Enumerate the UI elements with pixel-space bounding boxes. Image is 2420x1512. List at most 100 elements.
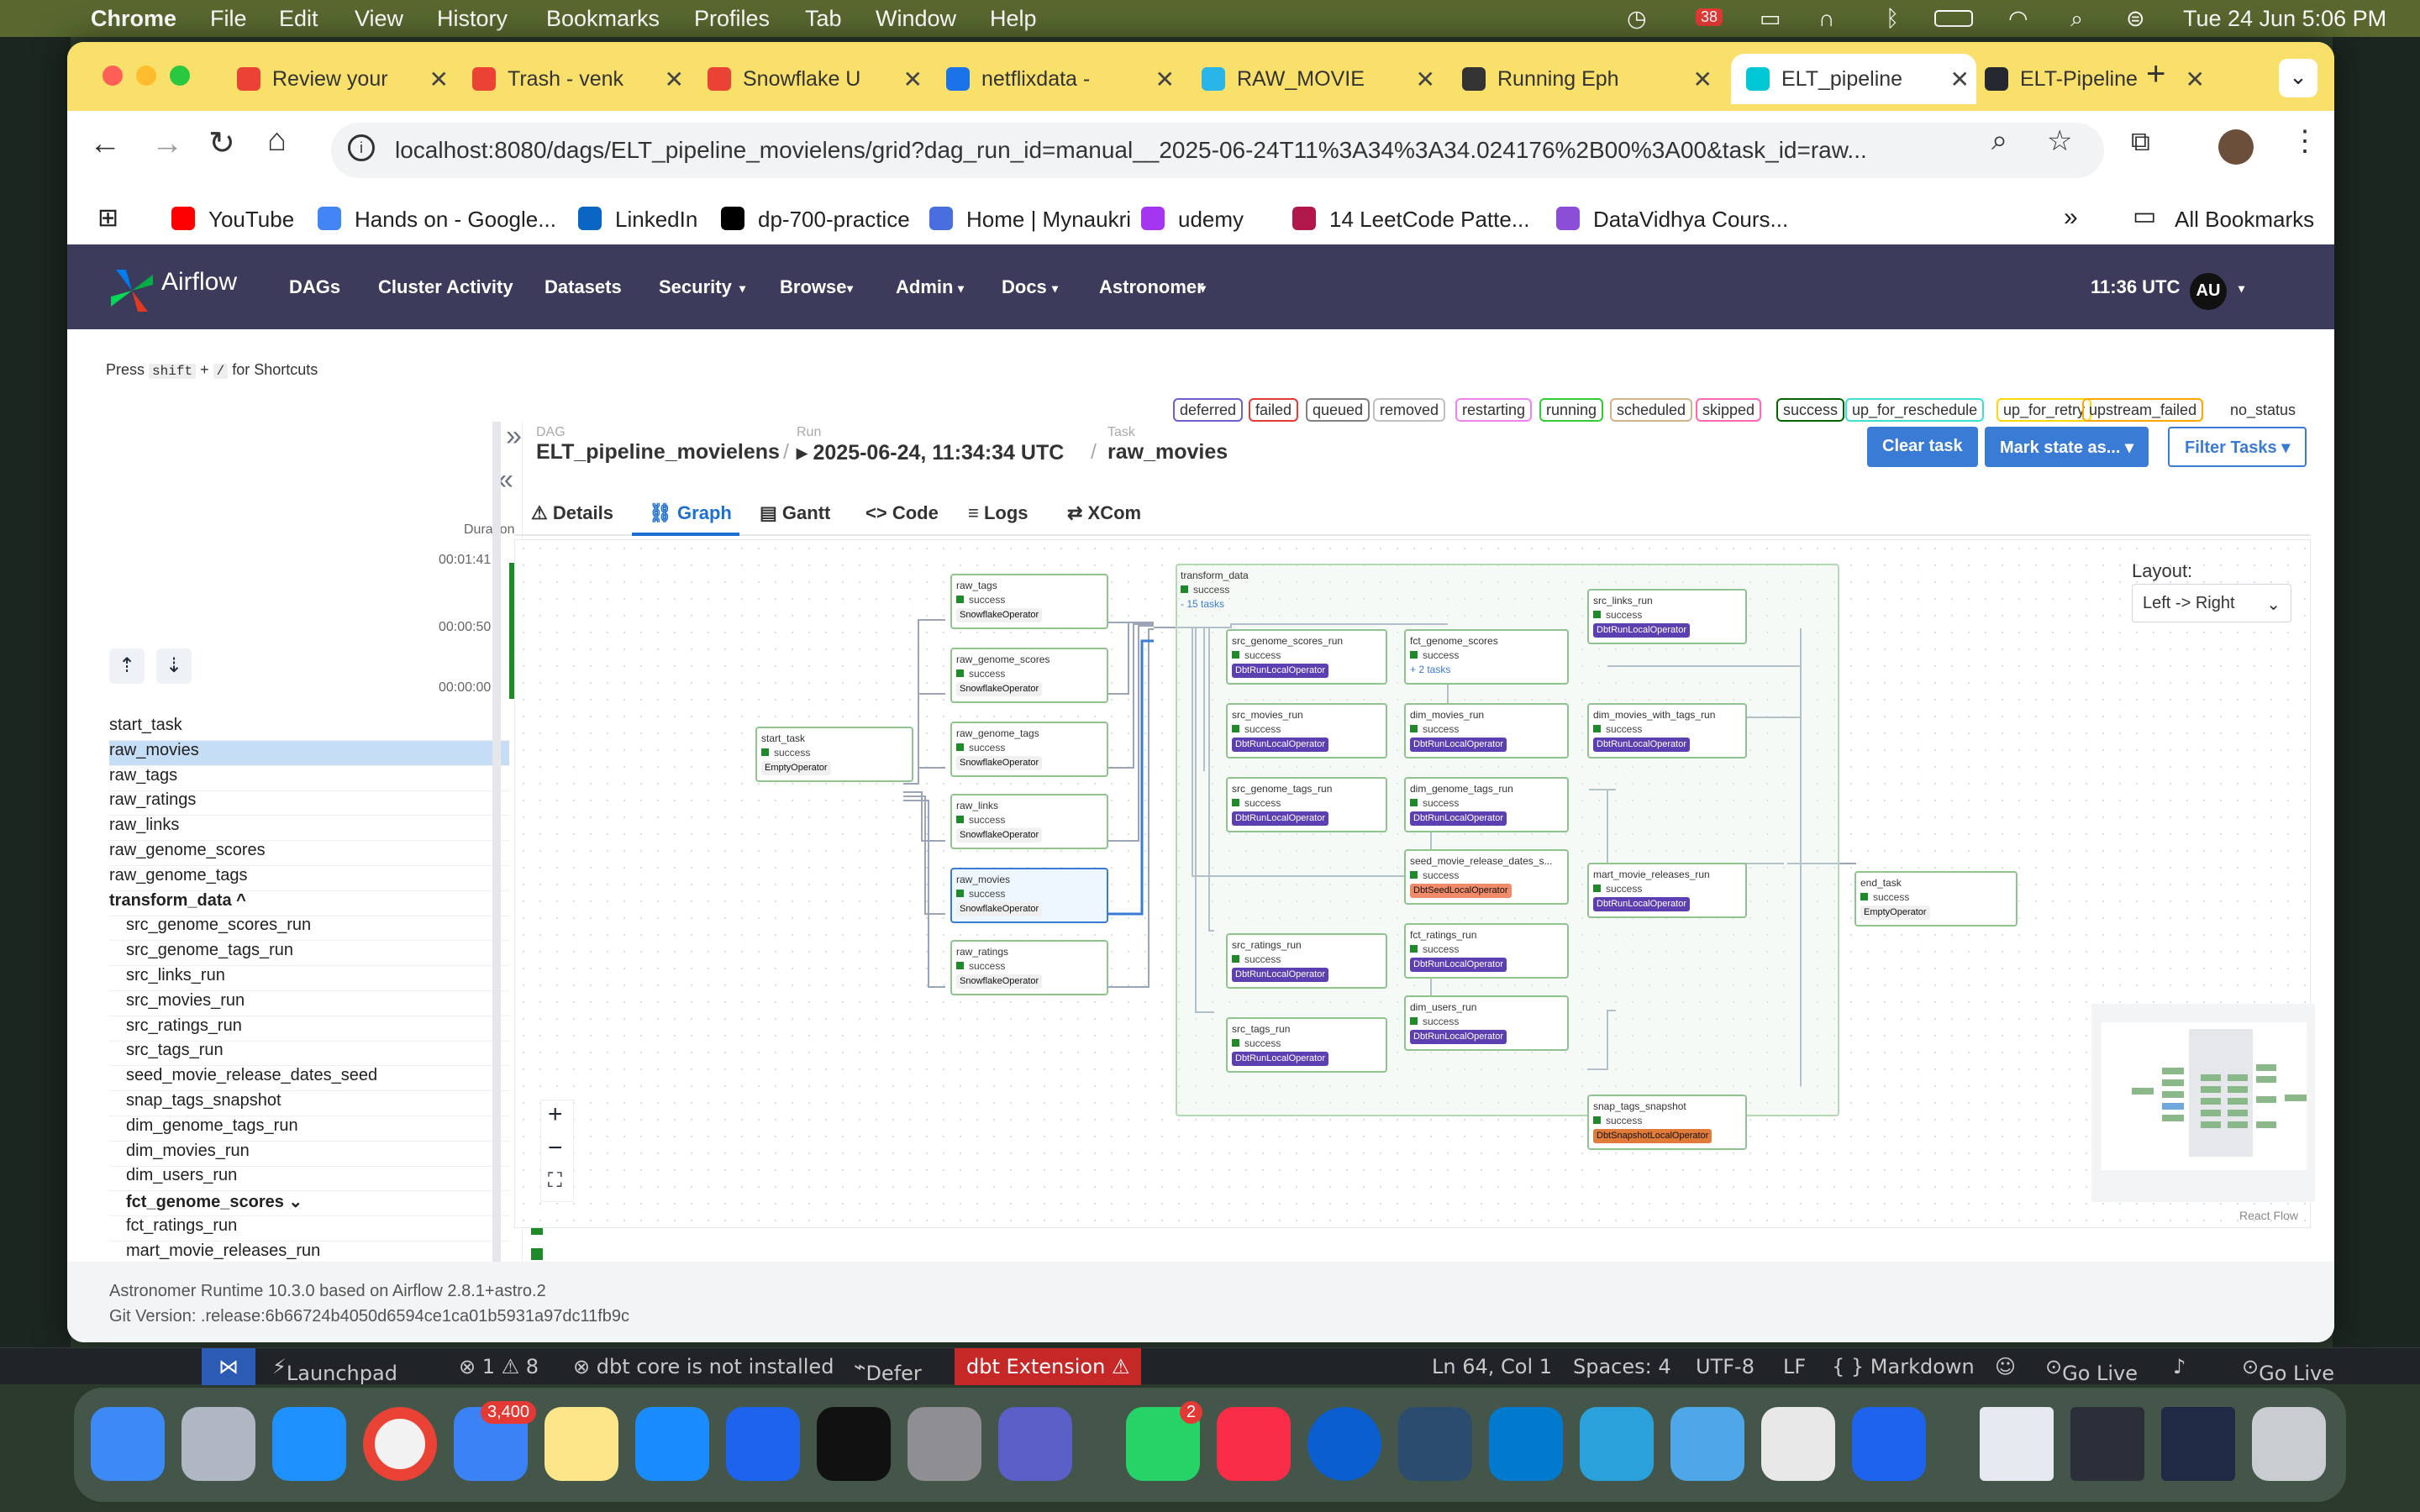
apps-grid-icon[interactable]: ⊞ (97, 203, 118, 233)
more-bookmarks-icon[interactable]: » (2064, 203, 2078, 232)
graph-canvas[interactable]: transform_data success - 15 tasks start_… (514, 539, 2315, 1228)
bookmark-link[interactable]: YouTube (208, 207, 294, 233)
task-row[interactable]: src_tags_run (109, 1041, 509, 1067)
close-tab-icon[interactable]: ✕ (1155, 66, 1175, 93)
nav-docs[interactable]: Docs (1002, 276, 1047, 298)
safari-icon[interactable] (272, 1407, 346, 1481)
recent-window-thumb-3[interactable] (2161, 1407, 2235, 1481)
legend-state-badge[interactable]: running (1539, 398, 1604, 422)
minimize-window-button[interactable] (136, 66, 156, 86)
music-icon[interactable] (1217, 1407, 1291, 1481)
react-flow-attribution[interactable]: React Flow (2239, 1209, 2298, 1222)
home-icon[interactable]: ⌂ (267, 123, 287, 159)
filter-tasks-button[interactable]: Filter Tasks ▾ (2168, 427, 2307, 467)
dbt-core-item[interactable]: ⊗ dbt core is not installed (573, 1355, 834, 1378)
graph-node[interactable]: src_ratings_run success DbtRunLocalOperato… (1226, 933, 1387, 989)
close-tab-icon[interactable]: ✕ (2186, 66, 2205, 93)
airflow-logo-icon[interactable] (108, 266, 156, 315)
bookmark-link[interactable]: 14 LeetCode Patte... (1329, 207, 1530, 233)
graph-node[interactable]: seed_movie_release_dates_s... success DbtS… (1404, 849, 1569, 905)
nav-datasets[interactable]: Datasets (544, 276, 622, 298)
nav-browse[interactable]: Browse (780, 276, 846, 298)
profile-avatar[interactable] (2218, 129, 2254, 165)
control-center-icon[interactable]: ⊜ (2126, 6, 2145, 32)
task-row[interactable]: raw_ratings (109, 790, 509, 816)
close-tab-icon[interactable]: ✕ (1416, 66, 1435, 93)
problems-item[interactable]: ⊗ 1 ⚠ 8 (459, 1355, 539, 1378)
menu-edit[interactable]: Edit (279, 6, 318, 32)
menu-view[interactable]: View (355, 6, 403, 32)
graph-node[interactable]: src_links_run success DbtRunLocalOperator (1587, 589, 1747, 644)
task-row[interactable]: raw_genome_tags (109, 866, 509, 891)
zoom-in-icon[interactable]: + (548, 1100, 563, 1129)
menubar-datetime[interactable]: Tue 24 Jun 5:06 PM (2183, 6, 2386, 32)
zoom-icon[interactable]: ⌕ (1991, 124, 2007, 157)
bookmark-link[interactable]: Home | Mynaukri (966, 207, 1131, 233)
browser-tab[interactable]: ELT_pipeline ✕ (1731, 54, 1976, 104)
menu-bookmarks[interactable]: Bookmarks (546, 6, 660, 32)
back-icon[interactable]: ← (89, 126, 121, 162)
site-info-icon[interactable]: i (348, 134, 375, 161)
expand-all-icon[interactable]: ⇡ (109, 648, 145, 684)
close-tab-icon[interactable]: ✕ (1693, 66, 1712, 93)
task-row[interactable]: src_ratings_run (109, 1016, 509, 1042)
nav-admin[interactable]: Admin (896, 276, 953, 298)
tab-gantt[interactable]: ▤ Gantt (760, 502, 830, 524)
collapse-all-icon[interactable]: ⇣ (156, 648, 192, 684)
graph-node[interactable]: raw_genome_tags success SnowflakeOperator (950, 722, 1108, 777)
docker-desktop-icon[interactable] (1852, 1407, 1926, 1481)
bluetooth-icon[interactable]: ᛒ (1886, 6, 1899, 32)
tab-search-button[interactable]: ⌄ (2279, 59, 2317, 97)
bell-icon[interactable]: ♪ (2173, 1355, 2186, 1378)
indentation[interactable]: Spaces: 4 (1573, 1355, 1671, 1378)
system-settings-icon[interactable] (908, 1407, 981, 1481)
task-row[interactable]: src_movies_run (109, 991, 509, 1016)
battery-icon[interactable] (1934, 10, 1973, 27)
graph-node[interactable]: fct_ratings_run success DbtRunLocalOperato… (1404, 923, 1569, 979)
task-row[interactable]: src_genome_scores_run (109, 916, 509, 942)
node-expand-link[interactable]: + 2 tasks (1410, 663, 1563, 677)
browser-tab[interactable]: netflixdata - ✕ (938, 54, 1181, 104)
task-status-square[interactable] (531, 1247, 543, 1260)
menu-file[interactable]: File (210, 6, 247, 32)
url-bar[interactable]: i localhost:8080/dags/ELT_pipeline_movie… (331, 123, 2104, 178)
graph-node[interactable]: mart_movie_releases_run success DbtRunLoca… (1587, 863, 1747, 918)
graph-node[interactable]: fct_genome_scores success + 2 tasks (1404, 629, 1569, 685)
menu-window[interactable]: Window (876, 6, 956, 32)
azure-data-studio-icon[interactable] (1670, 1407, 1744, 1481)
finder-icon[interactable] (91, 1407, 165, 1481)
close-tab-icon[interactable]: ✕ (665, 66, 684, 93)
tab-code[interactable]: <> Code (865, 502, 939, 524)
cursor-position[interactable]: Ln 64, Col 1 (1432, 1355, 1552, 1378)
chrome-menu-icon[interactable]: ⋮ (2291, 124, 2319, 158)
notes-icon[interactable] (544, 1407, 618, 1481)
bookmark-link[interactable]: DataVidhya Cours... (1593, 207, 1788, 233)
forward-icon[interactable]: → (151, 126, 183, 162)
close-tab-icon[interactable]: ✕ (1950, 66, 1970, 93)
task-row[interactable]: src_links_run (109, 966, 509, 991)
terminal-icon[interactable] (817, 1407, 891, 1481)
language-mode[interactable]: { } Markdown (1832, 1355, 1975, 1378)
panel-divider[interactable] (492, 422, 501, 1292)
legend-state-badge[interactable]: no_status (2223, 398, 2303, 422)
app-store-icon[interactable] (635, 1407, 709, 1481)
nav-security[interactable]: Security (659, 276, 732, 298)
graph-node[interactable]: snap_tags_snapshot success DbtSnapshotLoca… (1587, 1095, 1747, 1150)
task-row[interactable]: fct_genome_scores ⌄ (109, 1191, 509, 1217)
legend-state-badge[interactable]: restarting (1455, 398, 1533, 422)
wifi-icon[interactable]: ◠ (2008, 6, 2028, 32)
tab-graph[interactable]: ⛓ Graph (649, 502, 732, 524)
reload-icon[interactable]: ↻ (208, 124, 235, 162)
browser-tab[interactable]: Running Eph ✕ (1454, 54, 1719, 104)
mark-state-button[interactable]: Mark state as... ▾ (1985, 427, 2149, 467)
task-row[interactable]: raw_genome_scores (109, 841, 509, 866)
teams-icon[interactable] (998, 1407, 1072, 1481)
task-row[interactable]: src_genome_tags_run (109, 941, 509, 967)
close-tab-icon[interactable]: ✕ (429, 66, 449, 93)
zoom-out-icon[interactable]: − (548, 1134, 563, 1163)
encoding[interactable]: UTF-8 (1696, 1355, 1754, 1378)
nav-cluster-activity[interactable]: Cluster Activity (378, 276, 513, 298)
graph-node[interactable]: start_task success EmptyOperator (755, 727, 913, 782)
graph-node[interactable]: dim_movies_run success DbtRunLocalOperator (1404, 703, 1569, 759)
browser-tab[interactable]: RAW_MOVIE ✕ (1193, 54, 1442, 104)
